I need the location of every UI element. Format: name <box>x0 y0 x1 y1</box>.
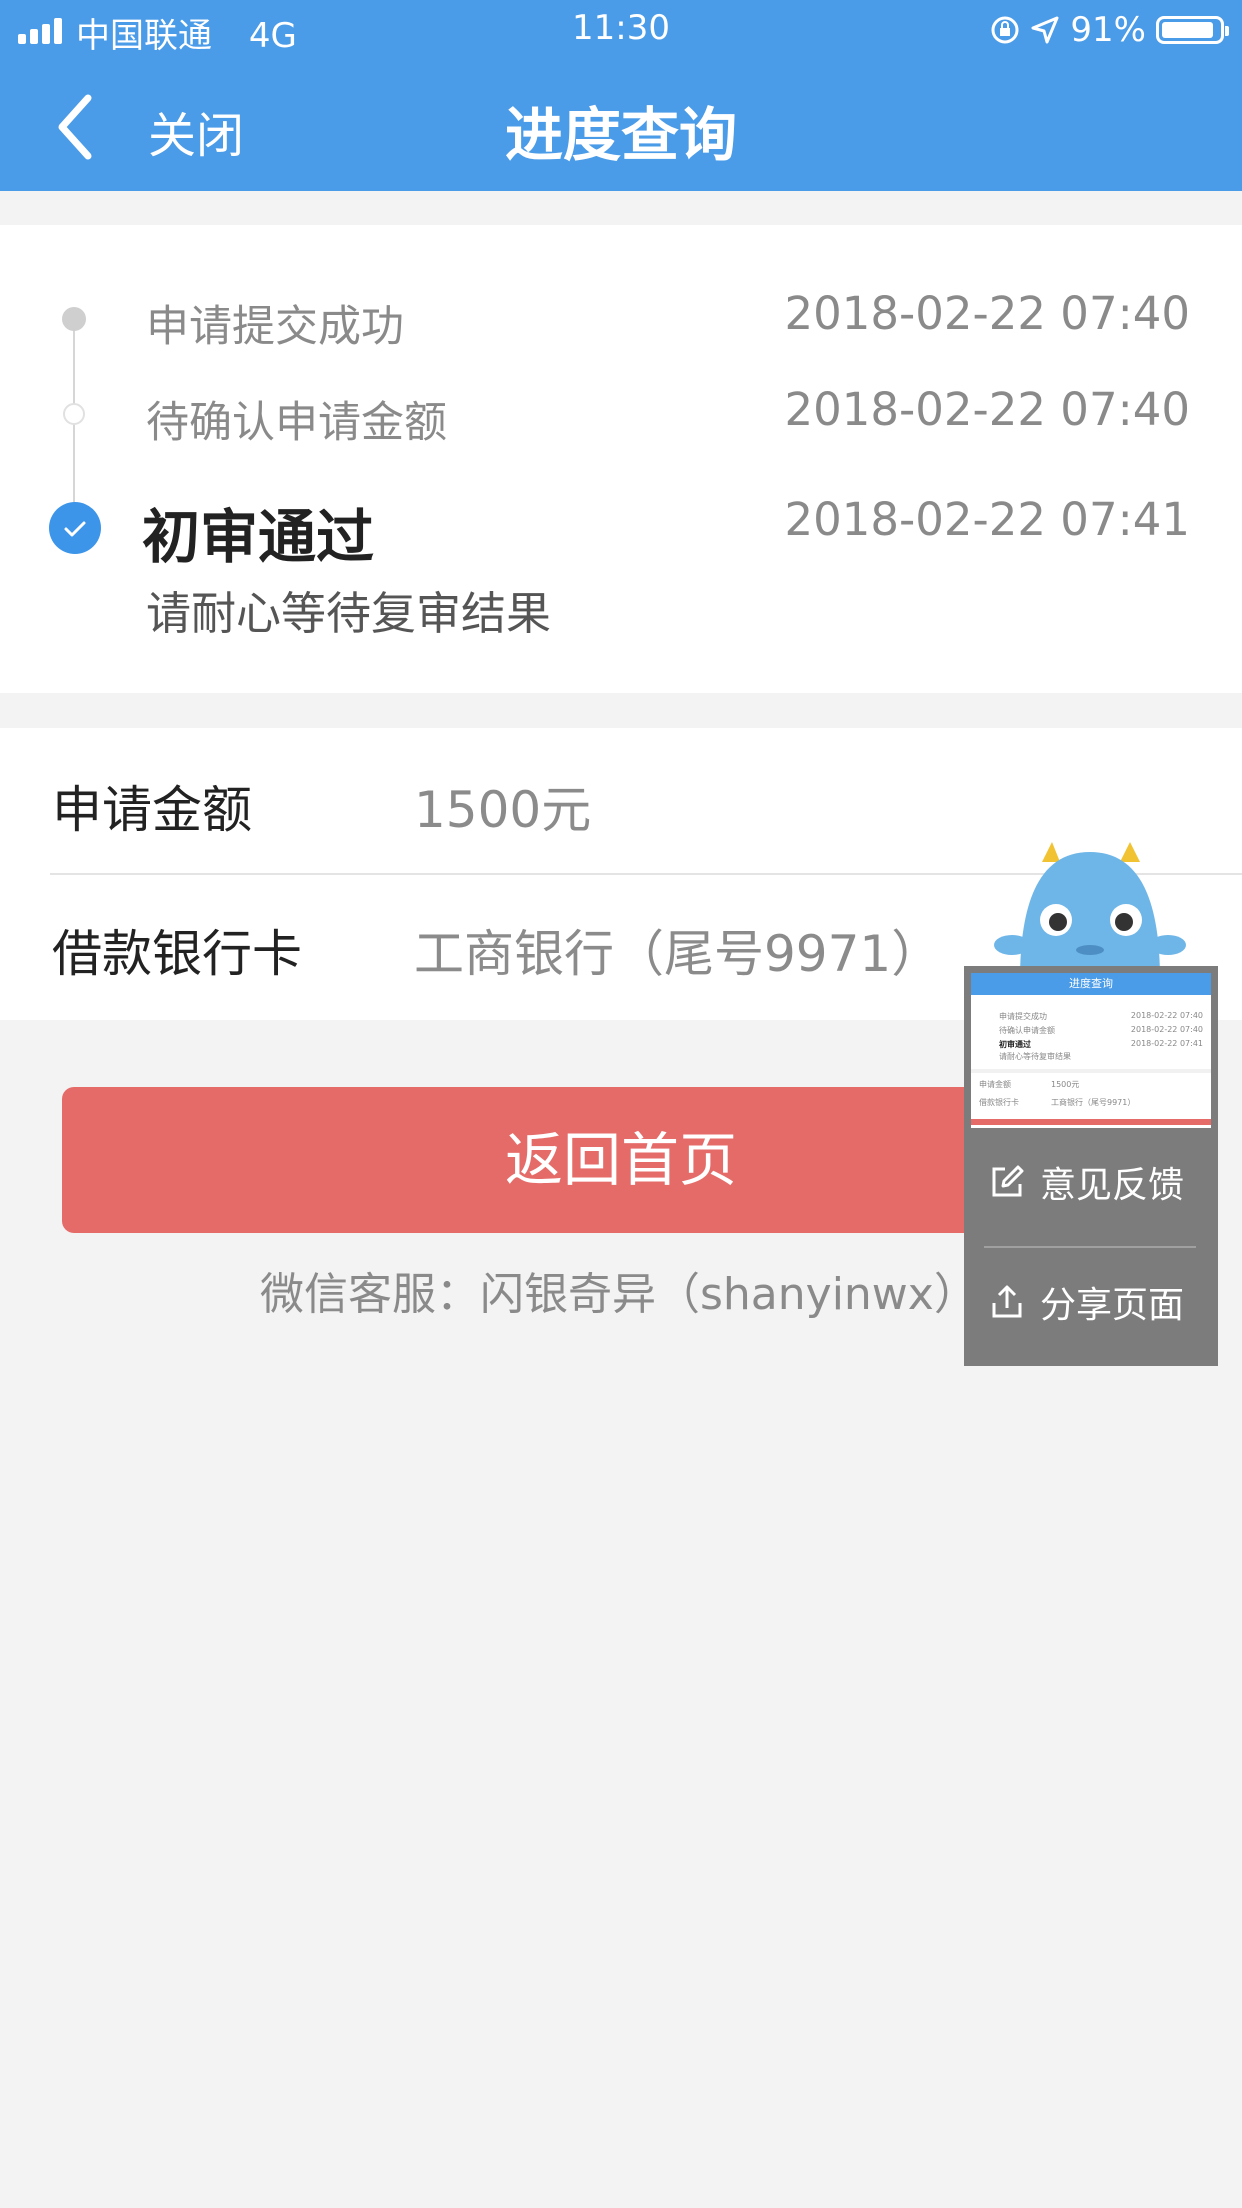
thumbnail-text: 2018-02-22 07:40 <box>1130 1025 1203 1034</box>
feedback-button[interactable]: 意见反馈 <box>988 1152 1208 1212</box>
step-time: 2018-02-22 07:41 <box>784 493 1190 546</box>
share-label: 分享页面 <box>1040 1285 1185 1326</box>
step-time: 2018-02-22 07:40 <box>784 287 1190 340</box>
battery-fill <box>1162 22 1213 38</box>
bank-card-label: 借款银行卡 <box>52 925 302 983</box>
battery-icon <box>1156 16 1229 44</box>
step-label: 待确认申请金额 <box>146 398 447 448</box>
step-dot-done <box>63 403 85 425</box>
bank-card-value: 工商银行（尾号9971） <box>414 925 942 983</box>
close-button[interactable]: 关闭 <box>148 96 244 166</box>
thumbnail-text: 待确认申请金额 <box>999 1026 1055 1035</box>
page-thumbnail[interactable]: 进度查询 申请提交成功 2018-02-22 07:40 待确认申请金额 201… <box>971 973 1211 1128</box>
thumbnail-text: 2018-02-22 07:40 <box>1130 1011 1203 1020</box>
back-arrow-icon[interactable] <box>52 92 102 162</box>
thumbnail-text: 申请提交成功 <box>999 1012 1047 1021</box>
amount-value: 1500元 <box>414 781 592 839</box>
thumbnail-title: 进度查询 <box>971 973 1211 995</box>
wechat-service-text: 微信客服：闪银奇异（shanyinwx） <box>260 1269 978 1320</box>
share-icon <box>992 1285 1022 1318</box>
step-dot-done <box>62 307 86 331</box>
location-icon <box>1031 16 1059 44</box>
amount-label: 申请金额 <box>52 781 252 839</box>
thumbnail-text: 初审通过 <box>999 1040 1031 1049</box>
step-time: 2018-02-22 07:40 <box>784 383 1190 436</box>
mascot-icon[interactable] <box>990 840 1190 980</box>
floating-menu: 进度查询 申请提交成功 2018-02-22 07:40 待确认申请金额 201… <box>964 966 1218 1366</box>
orientation-lock-icon <box>991 16 1019 44</box>
thumbnail-text: 申请金额 <box>979 1080 1011 1089</box>
status-bar: 中国联通 4G 11:30 91% <box>0 0 1242 62</box>
step-check-icon <box>49 502 101 554</box>
thumbnail-text: 工商银行（尾号9971） <box>1051 1098 1136 1107</box>
edit-icon <box>992 1165 1024 1197</box>
battery-percent: 91% <box>1070 10 1146 50</box>
thumbnail-text: 2018-02-22 07:41 <box>1130 1039 1203 1048</box>
app-header: 中国联通 4G 11:30 91% 关闭 进度查询 <box>0 0 1242 191</box>
thumbnail-text: 1500元 <box>1051 1080 1080 1089</box>
share-page-button[interactable]: 分享页面 <box>988 1272 1208 1332</box>
navigation-bar: 关闭 进度查询 <box>0 62 1242 191</box>
progress-timeline: 申请提交成功 2018-02-22 07:40 待确认申请金额 2018-02-… <box>0 225 1242 693</box>
thumbnail-text: 请耐心等待复审结果 <box>999 1052 1071 1061</box>
step-label: 申请提交成功 <box>146 302 404 352</box>
current-step-label: 初审通过 <box>142 503 375 571</box>
current-step-hint: 请耐心等待复审结果 <box>146 587 552 640</box>
feedback-label: 意见反馈 <box>1040 1165 1185 1206</box>
divider <box>984 1246 1196 1248</box>
thumbnail-text: 借款银行卡 <box>979 1098 1019 1107</box>
